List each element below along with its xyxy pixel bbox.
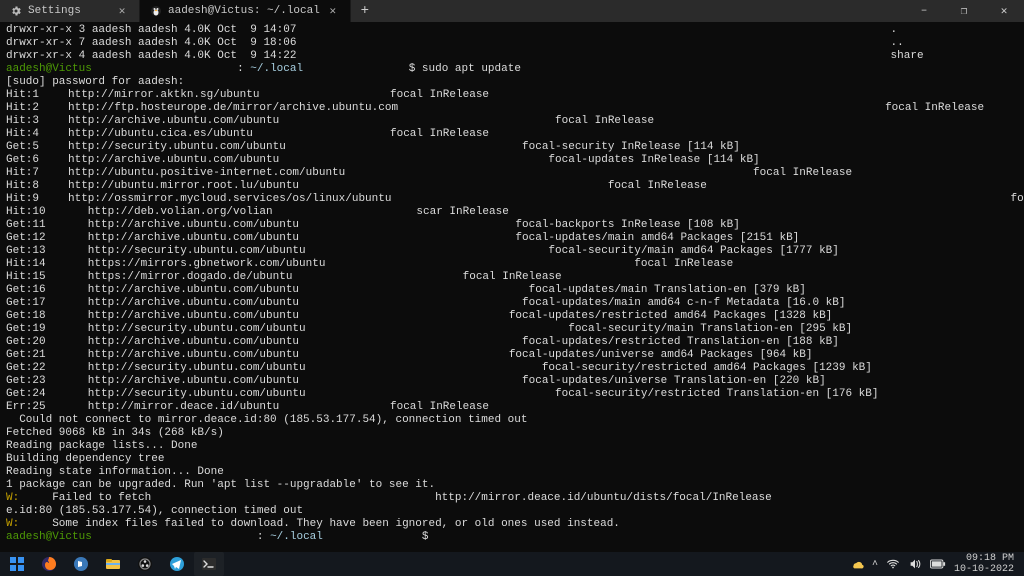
terminal-line: drwxr-xr-x 3 aadesh aadesh 4.0K Oct 9 14… <box>6 24 1018 37</box>
terminal-line: Could not connect to mirror.deace.id:80 … <box>6 414 1018 427</box>
terminal-line: Get:6http://archive.ubuntu.com/ubuntu fo… <box>6 154 1018 167</box>
terminal-line: Hit:3http://archive.ubuntu.com/ubuntu fo… <box>6 115 1018 128</box>
terminal-line: Get:17 http://archive.ubuntu.com/ubuntu … <box>6 297 1018 310</box>
terminal-line: [sudo] password for aadesh: <box>6 76 1018 89</box>
window-controls: – ❐ ✕ <box>904 0 1024 22</box>
terminal-line: Get:24 http://security.ubuntu.com/ubuntu… <box>6 388 1018 401</box>
maximize-button[interactable]: ❐ <box>944 0 984 22</box>
terminal-line: e.id:80 (185.53.177.54), connection time… <box>6 505 1018 518</box>
terminal-line: 1 package can be upgraded. Run 'apt list… <box>6 479 1018 492</box>
clock[interactable]: 09:18 PM 10-10-2022 <box>954 553 1014 575</box>
terminal-line: Get:13 http://security.ubuntu.com/ubuntu… <box>6 245 1018 258</box>
terminal-line: Hit:15 https://mirror.dogado.de/ubuntu f… <box>6 271 1018 284</box>
terminal-line: Get:22 http://security.ubuntu.com/ubuntu… <box>6 362 1018 375</box>
terminal-line: Reading package lists... Done <box>6 440 1018 453</box>
firefox-icon[interactable] <box>34 552 64 576</box>
file-explorer-icon[interactable] <box>98 552 128 576</box>
start-icon[interactable] <box>2 552 32 576</box>
close-icon[interactable]: ✕ <box>115 4 129 18</box>
close-button[interactable]: ✕ <box>984 0 1024 22</box>
gear-icon <box>10 5 22 17</box>
close-icon[interactable]: ✕ <box>326 4 340 18</box>
clock-time: 09:18 PM <box>954 553 1014 564</box>
penguin-icon <box>150 5 162 17</box>
terminal-line: Get:5http://security.ubuntu.com/ubuntu f… <box>6 141 1018 154</box>
terminal-line: Hit:2http://ftp.hosteurope.de/mirror/arc… <box>6 102 1018 115</box>
terminal-line: Get:19 http://security.ubuntu.com/ubuntu… <box>6 323 1018 336</box>
tab-label: aadesh@Victus: ~/.local <box>168 5 320 17</box>
terminal-line: Hit:4http://ubuntu.cica.es/ubuntufocal I… <box>6 128 1018 141</box>
terminal-line: Fetched 9068 kB in 34s (268 kB/s) <box>6 427 1018 440</box>
terminal-line: Get:21 http://archive.ubuntu.com/ubuntu … <box>6 349 1018 362</box>
terminal-icon[interactable] <box>194 552 224 576</box>
tab-label: Settings <box>28 5 109 17</box>
taskbar: ˄ 09:18 PM 10-10-2022 <box>0 552 1024 576</box>
terminal-line: Hit:7http://ubuntu.positive-internet.com… <box>6 167 1018 180</box>
terminal-line: Reading state information... Done <box>6 466 1018 479</box>
terminal-line: Hit:1http://mirror.aktkn.sg/ubuntufocal … <box>6 89 1018 102</box>
terminal-line: Get:16 http://archive.ubuntu.com/ubuntu … <box>6 284 1018 297</box>
terminal-line: Hit:14 https://mirrors.gbnetwork.com/ubu… <box>6 258 1018 271</box>
obs-icon[interactable] <box>130 552 160 576</box>
weather-icon[interactable] <box>850 557 864 571</box>
minimize-button[interactable]: – <box>904 0 944 22</box>
terminal-window: Settings ✕ aadesh@Victus: ~/.local ✕ + –… <box>0 0 1024 576</box>
volume-icon[interactable] <box>908 557 922 571</box>
terminal-line: Hit:8http://ubuntu.mirror.root.lu/ubuntu… <box>6 180 1018 193</box>
titlebar: Settings ✕ aadesh@Victus: ~/.local ✕ + –… <box>0 0 1024 22</box>
terminal-line: Get:12 http://archive.ubuntu.com/ubuntu … <box>6 232 1018 245</box>
terminal-line: Get:20 http://archive.ubuntu.com/ubuntu … <box>6 336 1018 349</box>
qbittorrent-icon[interactable] <box>66 552 96 576</box>
terminal-line: Err:25 http://mirror.deace.id/ubuntufoca… <box>6 401 1018 414</box>
system-tray: ˄ 09:18 PM 10-10-2022 <box>842 553 1022 575</box>
terminal-line: Get:23 http://archive.ubuntu.com/ubuntu … <box>6 375 1018 388</box>
terminal-line: drwxr-xr-x 7 aadesh aadesh 4.0K Oct 9 18… <box>6 37 1018 50</box>
terminal-line: W: Some index files failed to download. … <box>6 518 1018 531</box>
battery-icon[interactable] <box>930 559 946 569</box>
terminal-line: Building dependency tree <box>6 453 1018 466</box>
terminal-line: Get:11 http://archive.ubuntu.com/ubuntu … <box>6 219 1018 232</box>
telegram-icon[interactable] <box>162 552 192 576</box>
clock-date: 10-10-2022 <box>954 564 1014 575</box>
tab-settings[interactable]: Settings ✕ <box>0 0 140 22</box>
terminal-line: Hit:10 http://deb.volian.org/volian scar… <box>6 206 1018 219</box>
tab-terminal[interactable]: aadesh@Victus: ~/.local ✕ <box>140 0 351 22</box>
chevron-up-icon[interactable]: ˄ <box>872 559 878 570</box>
new-tab-button[interactable]: + <box>351 0 379 22</box>
terminal-line: W: Failed to fetch http://mirror.deace.i… <box>6 492 1018 505</box>
terminal-line: Get:18 http://archive.ubuntu.com/ubuntu … <box>6 310 1018 323</box>
terminal-line: aadesh@Victus : ~/.local $ sudo apt upda… <box>6 63 1018 76</box>
terminal-line: aadesh@Victus : ~/.local $ <box>6 531 1018 544</box>
terminal-line: Hit:9http://ossmirror.mycloud.services/o… <box>6 193 1018 206</box>
terminal-line: drwxr-xr-x 4 aadesh aadesh 4.0K Oct 9 14… <box>6 50 1018 63</box>
wifi-icon[interactable] <box>886 557 900 571</box>
terminal-output[interactable]: drwxr-xr-x 3 aadesh aadesh 4.0K Oct 9 14… <box>0 22 1024 552</box>
